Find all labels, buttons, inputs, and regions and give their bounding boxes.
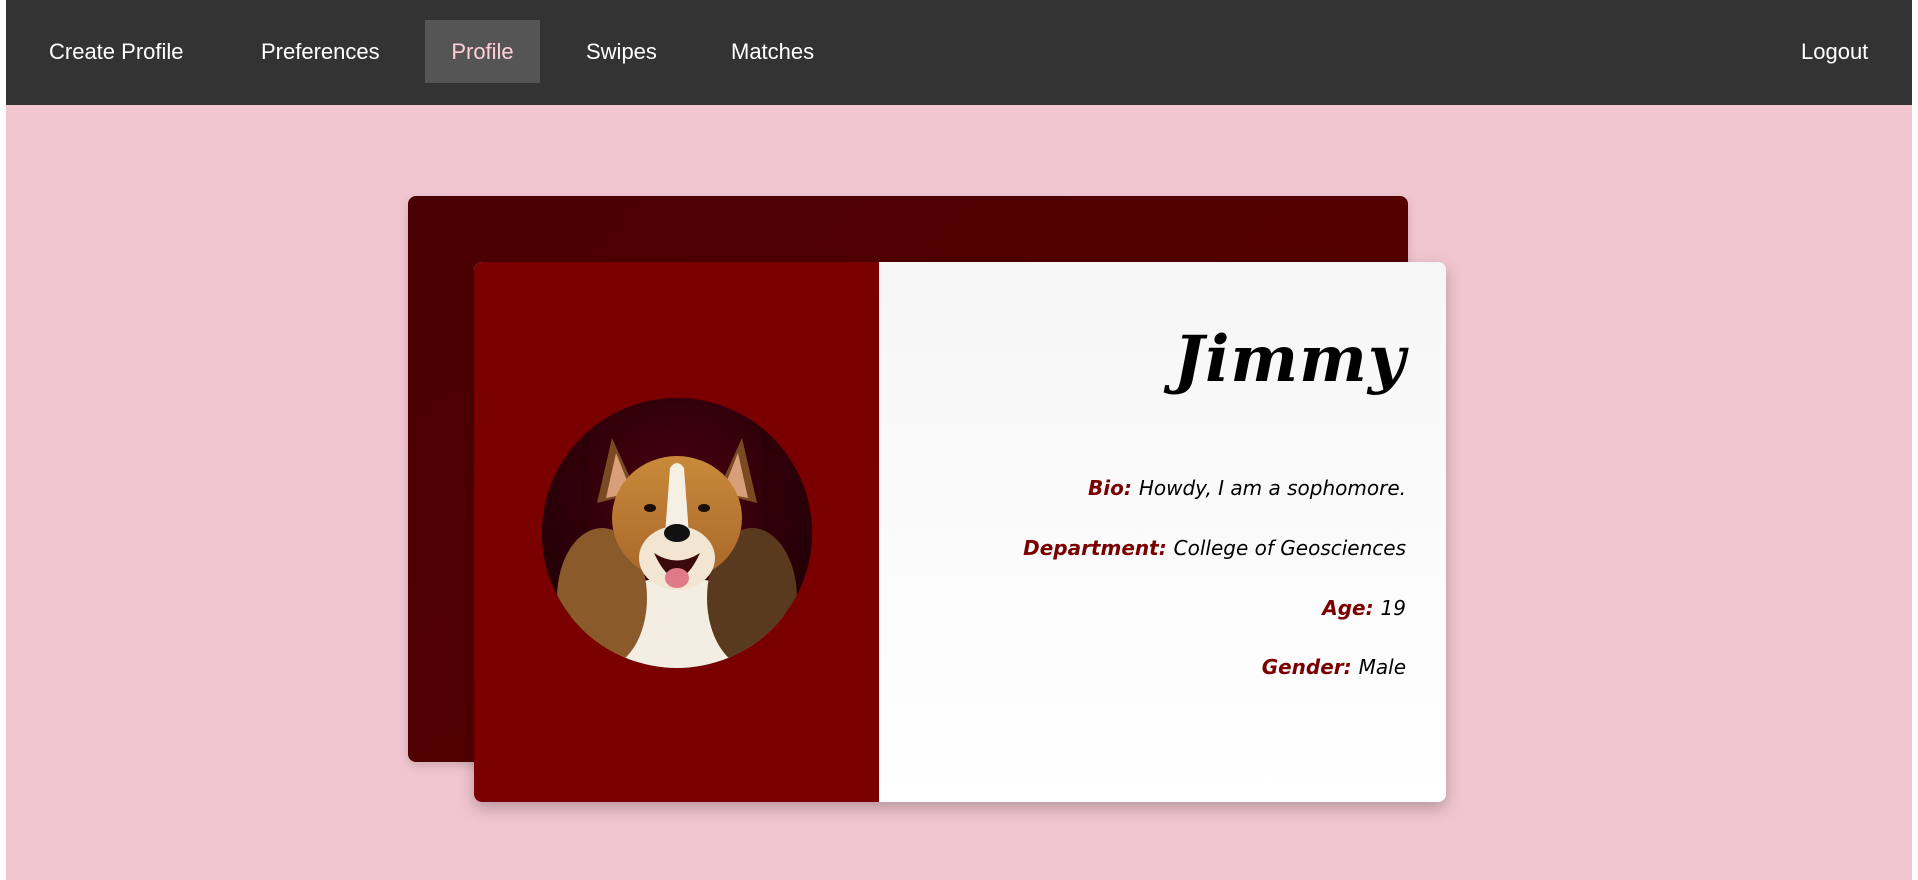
page-frame: Create Profile Preferences Profile Swipe… [6,0,1912,880]
nav-matches[interactable]: Matches [731,20,831,83]
top-navbar: Create Profile Preferences Profile Swipe… [6,0,1912,105]
profile-name: Jimmy [1173,322,1406,397]
collie-dog-photo-icon [542,398,812,668]
nav-swipes[interactable]: Swipes [586,20,676,83]
nav-profile[interactable]: Profile [425,20,540,83]
nav-create-profile[interactable]: Create Profile [49,20,189,83]
nav-preferences[interactable]: Preferences [261,20,391,83]
age-row: Age: 19 [1322,596,1406,620]
age-label: Age: [1322,596,1381,620]
age-value: 19 [1380,596,1406,620]
logout-link[interactable]: Logout [1801,20,1881,83]
profile-card-photo-panel [474,262,879,802]
gender-row: Gender: Male [1262,655,1406,679]
gender-label: Gender: [1261,655,1359,679]
profile-photo [542,398,812,668]
bio-value: Howdy, I am a sophomore. [1138,476,1406,500]
gender-value: Male [1358,655,1406,679]
bio-row: Bio: Howdy, I am a sophomore. [1088,476,1406,500]
department-value: College of Geosciences [1173,536,1406,560]
department-row: Department: College of Geosciences [1023,536,1406,560]
profile-card: Jimmy Bio: Howdy, I am a sophomore. Depa… [474,262,1446,802]
department-label: Department: [1023,536,1174,560]
profile-card-info-panel: Jimmy Bio: Howdy, I am a sophomore. Depa… [879,262,1446,802]
bio-label: Bio: [1088,476,1139,500]
